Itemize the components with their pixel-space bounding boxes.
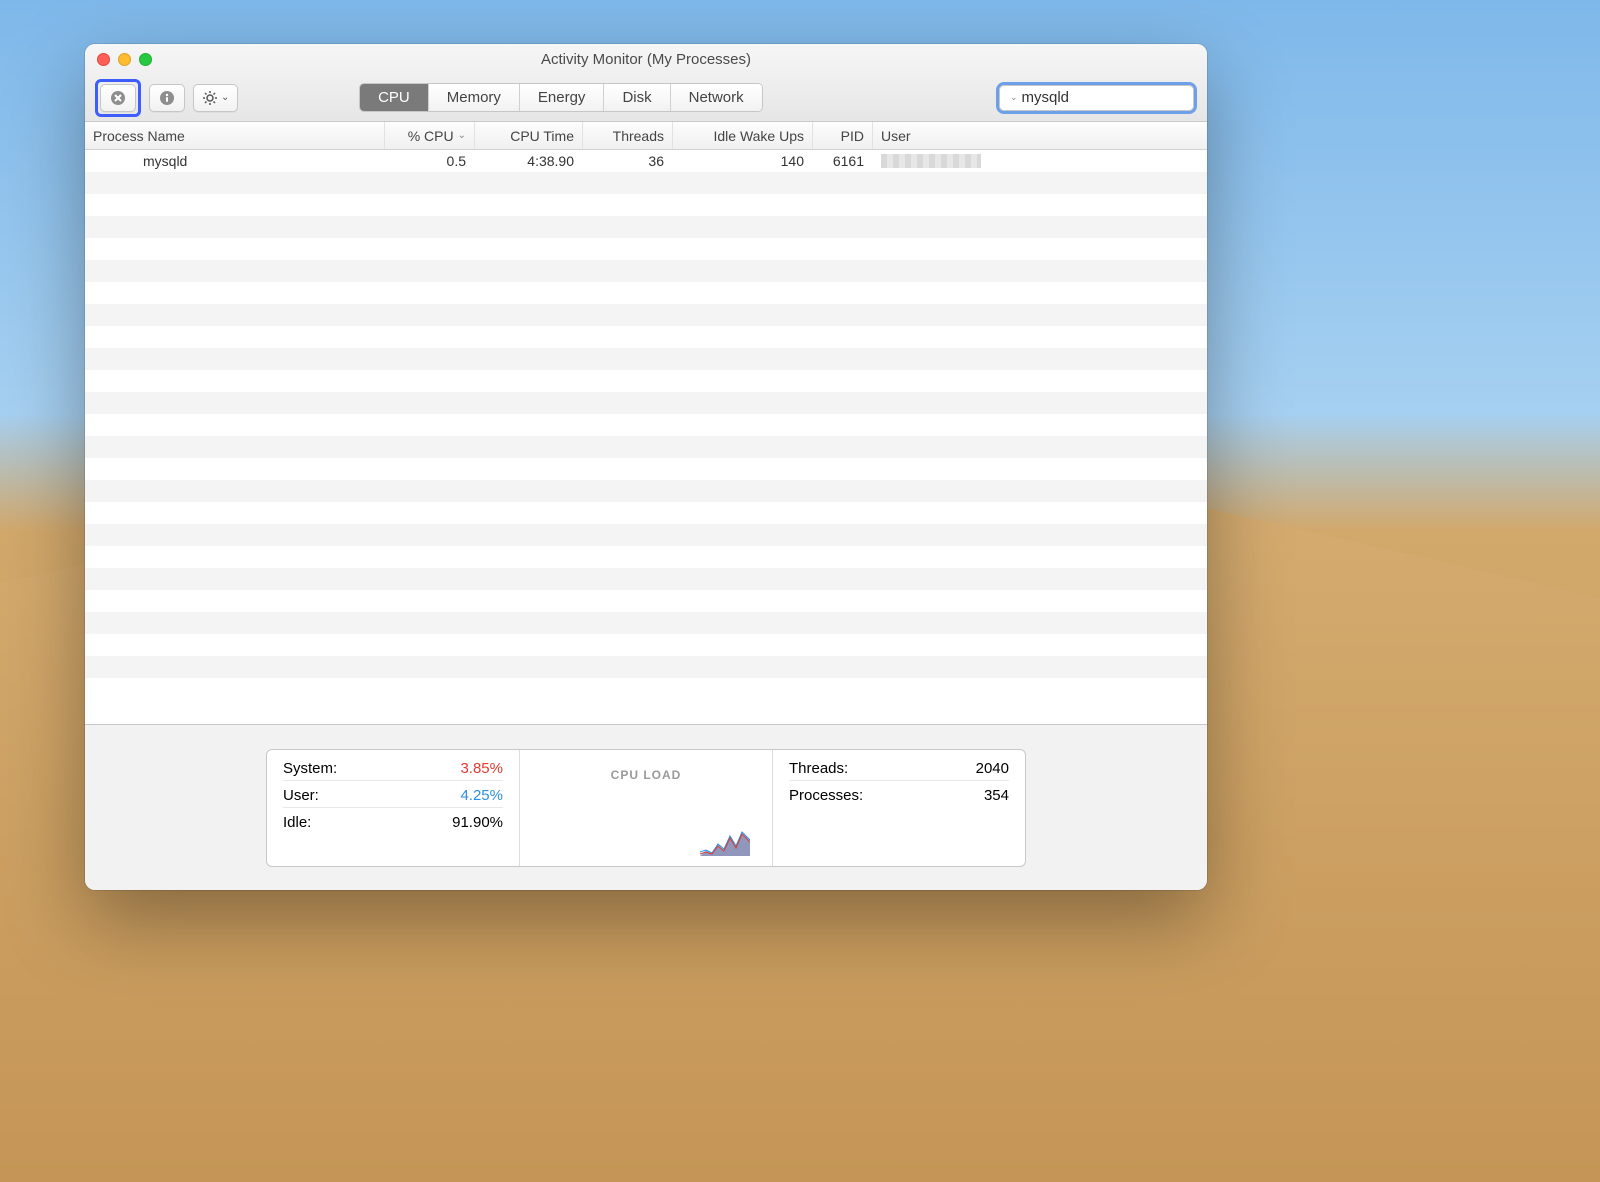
- chevron-down-icon: ⌄: [221, 92, 229, 103]
- column-cpu-time[interactable]: CPU Time: [475, 122, 583, 149]
- column-cpu-label: % CPU: [408, 128, 454, 144]
- column-user[interactable]: User: [873, 122, 1207, 149]
- info-icon: [159, 90, 175, 106]
- sort-indicator-icon: ⌄: [458, 130, 466, 141]
- table-row: [85, 524, 1207, 546]
- cell-cpu: 0.5: [385, 150, 475, 172]
- table-row: [85, 172, 1207, 194]
- tab-energy[interactable]: Energy: [520, 84, 605, 111]
- search-input[interactable]: [1022, 89, 1207, 106]
- column-cpu[interactable]: % CPU ⌄: [385, 122, 475, 149]
- tab-memory[interactable]: Memory: [429, 84, 520, 111]
- table-header: Process Name % CPU ⌄ CPU Time Threads Id…: [85, 122, 1207, 150]
- table-row: [85, 194, 1207, 216]
- threads-label: Threads:: [789, 760, 848, 777]
- table-row: [85, 436, 1207, 458]
- column-idle-wake-ups[interactable]: Idle Wake Ups: [673, 122, 813, 149]
- search-focus-ring: ⌄ ✕: [996, 82, 1197, 114]
- stop-process-button[interactable]: [100, 84, 136, 112]
- system-value: 3.85%: [460, 760, 503, 777]
- user-label: User:: [283, 787, 319, 804]
- table-row: [85, 656, 1207, 678]
- table-row: [85, 678, 1207, 700]
- search-chevron-icon: ⌄: [1010, 92, 1018, 103]
- tab-disk[interactable]: Disk: [604, 84, 670, 111]
- cell-threads: 36: [583, 150, 673, 172]
- cpu-load-title: CPU LOAD: [611, 768, 682, 782]
- processes-label: Processes:: [789, 787, 863, 804]
- table-rows[interactable]: mysqld 0.5 4:38.90 36 140 6161: [85, 150, 1207, 724]
- redacted-user: [881, 154, 981, 168]
- window-title: Activity Monitor (My Processes): [85, 51, 1207, 68]
- zoom-window-button[interactable]: [139, 53, 152, 66]
- table-row: [85, 370, 1207, 392]
- table-row: [85, 238, 1207, 260]
- table-row: [85, 216, 1207, 238]
- annotation-highlight: [95, 79, 141, 117]
- cell-wake: 140: [673, 150, 813, 172]
- table-row: [85, 326, 1207, 348]
- table-row: [85, 634, 1207, 656]
- cell-name: mysqld: [85, 150, 385, 172]
- table-row: [85, 612, 1207, 634]
- stop-circle-icon: [110, 90, 126, 106]
- processes-value: 354: [984, 787, 1009, 804]
- gear-icon: [202, 90, 218, 106]
- toolbar: ⌄ CPU Memory Energy Disk Network ⌄: [85, 74, 1207, 121]
- column-process-name[interactable]: Process Name: [85, 122, 385, 149]
- idle-value: 91.90%: [452, 814, 503, 831]
- table-row: [85, 260, 1207, 282]
- cell-pid: 6161: [813, 150, 873, 172]
- titlebar: Activity Monitor (My Processes): [85, 44, 1207, 122]
- user-value: 4.25%: [460, 787, 503, 804]
- search-field[interactable]: ⌄ ✕: [999, 85, 1194, 111]
- cell-time: 4:38.90: [475, 150, 583, 172]
- inspect-process-button[interactable]: [149, 84, 185, 112]
- idle-label: Idle:: [283, 814, 311, 831]
- system-label: System:: [283, 760, 337, 777]
- table-row[interactable]: mysqld 0.5 4:38.90 36 140 6161: [85, 150, 1207, 172]
- table-row: [85, 392, 1207, 414]
- table-row: [85, 282, 1207, 304]
- traffic-lights: [97, 53, 152, 66]
- table-row: [85, 546, 1207, 568]
- stats-graph: CPU LOAD: [519, 750, 772, 866]
- tab-selector: CPU Memory Energy Disk Network: [359, 83, 763, 112]
- close-window-button[interactable]: [97, 53, 110, 66]
- table-row: [85, 458, 1207, 480]
- column-threads[interactable]: Threads: [583, 122, 673, 149]
- table-row: [85, 590, 1207, 612]
- tab-network[interactable]: Network: [671, 84, 762, 111]
- table-row: [85, 502, 1207, 524]
- process-table: Process Name % CPU ⌄ CPU Time Threads Id…: [85, 122, 1207, 724]
- cell-user: [873, 150, 1207, 172]
- settings-menu-button[interactable]: ⌄: [193, 84, 238, 112]
- table-row: [85, 304, 1207, 326]
- footer-stats: System: 3.85% User: 4.25% Idle: 91.90% C…: [85, 724, 1207, 890]
- column-pid[interactable]: PID: [813, 122, 873, 149]
- sparkline-icon: [700, 826, 750, 856]
- activity-monitor-window: Activity Monitor (My Processes): [85, 44, 1207, 890]
- table-row: [85, 480, 1207, 502]
- minimize-window-button[interactable]: [118, 53, 131, 66]
- threads-value: 2040: [976, 760, 1009, 777]
- stats-usage: System: 3.85% User: 4.25% Idle: 91.90%: [267, 750, 519, 866]
- stats-counts: Threads: 2040 Processes: 354: [772, 750, 1025, 866]
- table-row: [85, 414, 1207, 436]
- table-row: [85, 568, 1207, 590]
- table-row: [85, 348, 1207, 370]
- stats-panel: System: 3.85% User: 4.25% Idle: 91.90% C…: [266, 749, 1026, 867]
- tab-cpu[interactable]: CPU: [360, 84, 429, 111]
- cpu-load-sparkline: [536, 788, 756, 856]
